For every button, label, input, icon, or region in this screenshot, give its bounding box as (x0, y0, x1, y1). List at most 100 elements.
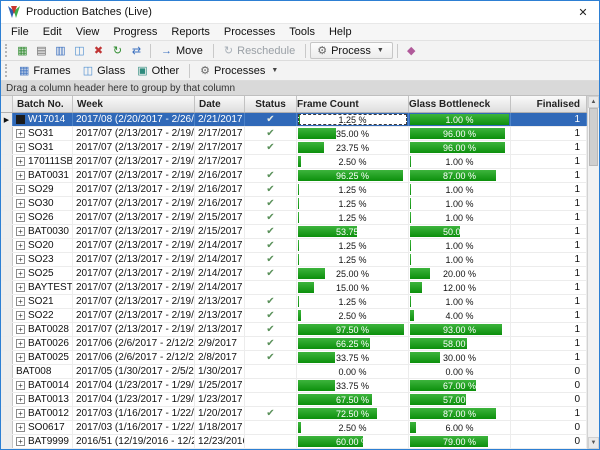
finalised-cell[interactable]: 0 (511, 393, 587, 406)
frame-count-cell[interactable]: 96.25 % (297, 169, 409, 182)
week-cell[interactable]: 2017/07 (2/13/2017 - 2/19/2017) (73, 127, 195, 140)
expander-icon[interactable]: + (16, 381, 25, 390)
glass-bottleneck-cell[interactable]: 87.00 % (409, 169, 511, 182)
batch-cell[interactable]: +BAT0014 (13, 379, 73, 392)
frame-count-cell[interactable]: 33.75 % (297, 351, 409, 364)
status-cell[interactable]: ✔ (245, 183, 297, 196)
table-row[interactable]: +SO262017/07 (2/13/2017 - 2/19/2017)2/15… (1, 211, 587, 225)
expander-icon[interactable]: + (16, 353, 25, 362)
print-button[interactable]: ▤ (32, 42, 51, 59)
menu-processes[interactable]: Processes (217, 25, 282, 39)
table-row[interactable]: +BAT00262017/06 (2/6/2017 - 2/12/2017)2/… (1, 337, 587, 351)
glass-bottleneck-cell[interactable]: 6.00 % (409, 421, 511, 434)
glass-bottleneck-cell[interactable]: 87.00 % (409, 407, 511, 420)
processes-dropdown-icon[interactable]: ▼ (269, 67, 280, 74)
week-cell[interactable]: 2017/07 (2/13/2017 - 2/19/2017) (73, 295, 195, 308)
move-button[interactable]: → Move (155, 42, 209, 59)
finalised-cell[interactable]: 1 (511, 225, 587, 238)
expander-icon[interactable]: + (16, 269, 25, 278)
date-cell[interactable]: 1/18/2017 (195, 421, 245, 434)
week-cell[interactable]: 2017/08 (2/20/2017 - 2/26/2017) (73, 113, 195, 126)
frame-count-cell[interactable]: 1.25 % (297, 239, 409, 252)
status-cell[interactable]: ✔ (245, 239, 297, 252)
date-cell[interactable]: 2/16/2017 (195, 183, 245, 196)
glass-bottleneck-cell[interactable]: 96.00 % (409, 141, 511, 154)
week-cell[interactable]: 2017/06 (2/6/2017 - 2/12/2017) (73, 337, 195, 350)
table-row[interactable]: +BAT00312017/07 (2/13/2017 - 2/19/2017)2… (1, 169, 587, 183)
new-batch-button[interactable]: ▦ (13, 42, 32, 59)
status-cell[interactable]: ✔ (245, 253, 297, 266)
expander-icon[interactable]: + (16, 325, 25, 334)
batch-cell[interactable]: +SO29 (13, 183, 73, 196)
frame-count-cell[interactable]: 1.25 % (297, 211, 409, 224)
expander-icon[interactable] (16, 115, 25, 124)
table-row[interactable]: +BAT00302017/07 (2/13/2017 - 2/19/2017)2… (1, 225, 587, 239)
week-cell[interactable]: 2017/03 (1/16/2017 - 1/22/2017) (73, 407, 195, 420)
frame-count-cell[interactable]: 23.75 % (297, 141, 409, 154)
status-cell[interactable]: ✔ (245, 211, 297, 224)
frame-count-cell[interactable]: 72.50 % (297, 407, 409, 420)
table-row[interactable]: +BAT00252017/06 (2/6/2017 - 2/12/2017)2/… (1, 351, 587, 365)
table-row[interactable]: +SO06172017/03 (1/16/2017 - 1/22/2017)1/… (1, 421, 587, 435)
expander-icon[interactable]: + (16, 157, 25, 166)
table-row[interactable]: +SO232017/07 (2/13/2017 - 2/19/2017)2/14… (1, 253, 587, 267)
finalised-cell[interactable]: 1 (511, 267, 587, 280)
table-row[interactable]: +BAYTEST2017/07 (2/13/2017 - 2/19/2017)2… (1, 281, 587, 295)
finalised-cell[interactable]: 1 (511, 113, 587, 126)
status-cell[interactable] (245, 421, 297, 434)
glass-bottleneck-cell[interactable]: 96.00 % (409, 127, 511, 140)
glass-bottleneck-cell[interactable]: 50.00 % (409, 225, 511, 238)
batch-cell[interactable]: +SO31 (13, 127, 73, 140)
finalised-cell[interactable]: 1 (511, 211, 587, 224)
finalised-cell[interactable]: 1 (511, 253, 587, 266)
status-cell[interactable]: ✔ (245, 127, 297, 140)
date-cell[interactable]: 2/15/2017 (195, 211, 245, 224)
week-cell[interactable]: 2017/07 (2/13/2017 - 2/19/2017) (73, 281, 195, 294)
week-cell[interactable]: 2017/07 (2/13/2017 - 2/19/2017) (73, 183, 195, 196)
menu-edit[interactable]: Edit (36, 25, 69, 39)
expander-icon[interactable]: + (16, 283, 25, 292)
batch-cell[interactable]: +BAT0013 (13, 393, 73, 406)
glass-bottleneck-cell[interactable]: 12.00 % (409, 281, 511, 294)
batch-cell[interactable]: BAT008 (13, 365, 73, 378)
menu-progress[interactable]: Progress (106, 25, 164, 39)
process-dropdown-icon[interactable]: ▼ (375, 47, 386, 54)
status-cell[interactable]: ✔ (245, 113, 297, 126)
week-cell[interactable]: 2017/07 (2/13/2017 - 2/19/2017) (73, 211, 195, 224)
date-cell[interactable]: 2/9/2017 (195, 337, 245, 350)
table-row[interactable]: +SO312017/07 (2/13/2017 - 2/19/2017)2/17… (1, 141, 587, 155)
batch-cell[interactable]: +170111SB (13, 155, 73, 168)
tag-button[interactable]: ◆ (402, 42, 421, 59)
reschedule-button[interactable]: ↻ Reschedule (218, 42, 301, 59)
glass-bottleneck-cell[interactable]: 1.00 % (409, 197, 511, 210)
expander-icon[interactable]: + (16, 171, 25, 180)
finalised-cell[interactable]: 0 (511, 421, 587, 434)
date-cell[interactable]: 2/17/2017 (195, 127, 245, 140)
glass-bottleneck-cell[interactable]: 0.00 % (409, 365, 511, 378)
batch-cell[interactable]: +BAT0012 (13, 407, 73, 420)
frame-count-cell[interactable]: 60.00 % (297, 435, 409, 448)
glass-bottleneck-cell[interactable]: 93.00 % (409, 323, 511, 336)
frames-button[interactable]: ▦ Frames (13, 62, 77, 79)
date-cell[interactable]: 1/30/2017 (195, 365, 245, 378)
finalised-cell[interactable]: 1 (511, 183, 587, 196)
week-cell[interactable]: 2017/03 (1/16/2017 - 1/22/2017) (73, 421, 195, 434)
col-header-finalised[interactable]: Finalised (511, 96, 587, 112)
week-cell[interactable]: 2017/07 (2/13/2017 - 2/19/2017) (73, 155, 195, 168)
glass-bottleneck-cell[interactable]: 57.00 % (409, 393, 511, 406)
group-by-panel[interactable]: Drag a column header here to group by th… (1, 81, 599, 96)
expander-icon[interactable]: + (16, 423, 25, 432)
status-cell[interactable] (245, 435, 297, 448)
date-cell[interactable]: 2/21/2017 (195, 113, 245, 126)
batch-cell[interactable]: +SO30 (13, 197, 73, 210)
finalised-cell[interactable]: 1 (511, 169, 587, 182)
batch-cell[interactable]: +BAT9999 (13, 435, 73, 448)
date-cell[interactable]: 2/15/2017 (195, 225, 245, 238)
batch-cell[interactable]: +BAT0026 (13, 337, 73, 350)
swap-button[interactable]: ⇄ (127, 42, 146, 59)
date-cell[interactable]: 2/16/2017 (195, 197, 245, 210)
week-cell[interactable]: 2017/07 (2/13/2017 - 2/19/2017) (73, 197, 195, 210)
status-cell[interactable]: ✔ (245, 295, 297, 308)
table-row[interactable]: +SO212017/07 (2/13/2017 - 2/19/2017)2/13… (1, 295, 587, 309)
frame-count-cell[interactable]: 97.50 % (297, 323, 409, 336)
